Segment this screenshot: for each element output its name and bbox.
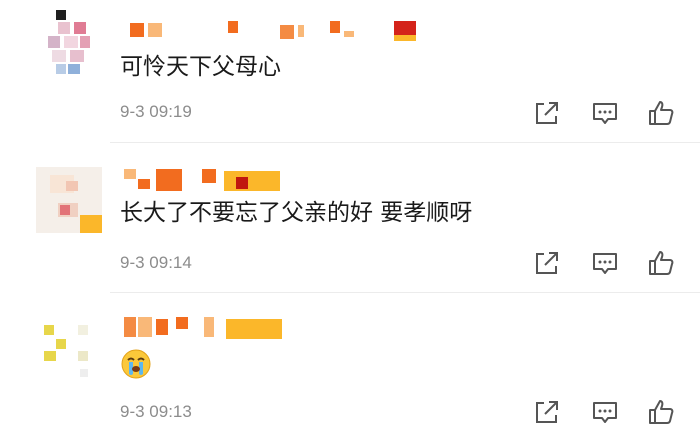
username[interactable]	[120, 169, 420, 191]
share-icon[interactable]	[532, 248, 562, 278]
comment-time: 9-3 09:19	[120, 102, 192, 121]
comment-actions	[530, 98, 680, 128]
comment-text: 可怜天下父母心	[120, 54, 281, 80]
comment-icon[interactable]	[590, 98, 620, 128]
avatar[interactable]	[36, 10, 102, 76]
thumbs-up-icon[interactable]	[646, 248, 676, 278]
thumbs-up-icon[interactable]	[646, 98, 676, 128]
username[interactable]	[120, 317, 420, 339]
avatar[interactable]	[36, 315, 102, 381]
comment-item: 长大了不要忘了父亲的好 要孝顺呀 9-3 09:14	[0, 143, 700, 291]
share-icon[interactable]	[532, 397, 562, 427]
thumbs-up-icon[interactable]	[646, 397, 676, 427]
comment-actions	[530, 397, 680, 427]
share-icon[interactable]	[532, 98, 562, 128]
comment-item: 9-3 09:13	[0, 293, 700, 430]
crying-face-icon	[120, 348, 152, 380]
comment-time: 9-3 09:14	[120, 253, 192, 272]
comment-text: 长大了不要忘了父亲的好 要孝顺呀	[120, 200, 473, 226]
comment-icon[interactable]	[590, 248, 620, 278]
username[interactable]	[120, 21, 420, 41]
comment-time: 9-3 09:13	[120, 402, 192, 421]
comment-actions	[530, 248, 680, 278]
comment-item: 可怜天下父母心 9-3 09:19	[0, 0, 700, 140]
avatar[interactable]	[36, 167, 102, 233]
comment-icon[interactable]	[590, 397, 620, 427]
